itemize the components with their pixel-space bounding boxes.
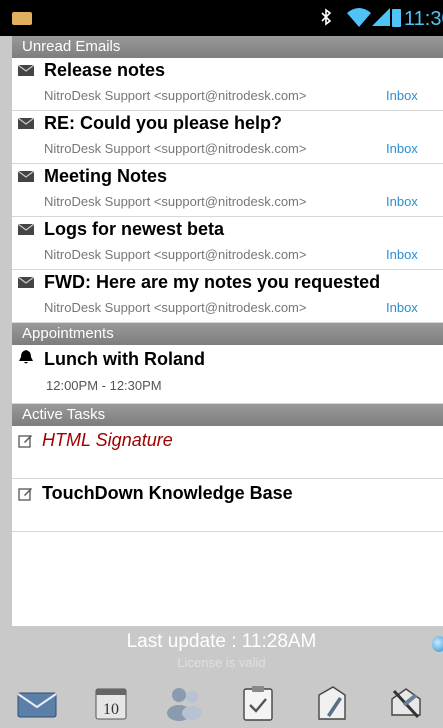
contacts-button[interactable] — [163, 681, 207, 725]
edit-icon — [18, 488, 32, 501]
unread-emails-header: Unread Emails — [12, 36, 443, 58]
edit-icon — [18, 435, 32, 448]
appointments-header: Appointments — [12, 323, 443, 345]
email-folder: Inbox — [386, 300, 418, 315]
calendar-day: 10 — [103, 701, 119, 718]
email-item[interactable]: RE: Could you please help? NitroDesk Sup… — [12, 111, 443, 164]
email-item[interactable]: Release notes NitroDesk Support <support… — [12, 58, 443, 111]
email-subject: Logs for newest beta — [44, 219, 225, 239]
appointment-title: Lunch with Roland — [44, 349, 205, 369]
email-folder: Inbox — [386, 141, 418, 156]
task-title: TouchDown Knowledge Base — [42, 483, 293, 503]
task-item[interactable]: TouchDown Knowledge Base — [12, 479, 443, 532]
email-folder: Inbox — [386, 88, 418, 103]
signal-icon — [371, 7, 391, 32]
appointment-time: 12:00PM - 12:30PM — [46, 378, 162, 393]
email-sender: NitroDesk Support <support@nitrodesk.com… — [44, 141, 307, 156]
email-subject: Release notes — [44, 60, 166, 80]
email-item[interactable]: Logs for newest beta NitroDesk Support <… — [12, 217, 443, 270]
email-item[interactable]: FWD: Here are my notes you requested Nit… — [12, 270, 443, 323]
touchdown-widget: Unread Emails Release notes NitroDesk Su… — [12, 36, 443, 626]
envelope-icon — [18, 118, 34, 129]
email-folder: Inbox — [386, 247, 418, 262]
email-subject: FWD: Here are my notes you requested — [44, 272, 381, 292]
appointment-item[interactable]: Lunch with Roland 12:00PM - 12:30PM — [12, 345, 443, 404]
envelope-icon — [18, 65, 34, 76]
email-subject: Meeting Notes — [44, 166, 168, 186]
status-bar: 11:30 — [0, 0, 443, 36]
active-tasks-header: Active Tasks — [12, 404, 443, 426]
tasks-button[interactable] — [236, 681, 280, 725]
calendar-button[interactable]: 10 — [89, 681, 133, 725]
email-subject: RE: Could you please help? — [44, 113, 283, 133]
email-sender: NitroDesk Support <support@nitrodesk.com… — [44, 88, 307, 103]
email-folder: Inbox — [386, 194, 418, 209]
bluetooth-icon — [320, 8, 332, 31]
email-notification-icon — [12, 12, 32, 25]
battery-icon — [392, 9, 401, 27]
tasks-icon — [243, 686, 274, 721]
mail-icon — [17, 692, 57, 718]
bottom-toolbar: 10 — [0, 678, 443, 728]
contacts-icon — [166, 688, 202, 721]
wifi-icon — [346, 6, 372, 33]
task-item[interactable]: HTML Signature — [12, 426, 443, 479]
notes-button[interactable] — [310, 681, 354, 725]
envelope-icon — [18, 171, 34, 182]
status-time: 11:30 — [404, 8, 443, 30]
email-sender: NitroDesk Support <support@nitrodesk.com… — [44, 247, 307, 262]
last-update-text: Last update : 11:28AM — [126, 631, 317, 652]
envelope-icon — [18, 277, 34, 288]
envelope-icon — [18, 224, 34, 235]
mail-button[interactable] — [15, 681, 59, 725]
calendar-icon: 10 — [95, 688, 127, 720]
email-sender: NitroDesk Support <support@nitrodesk.com… — [44, 300, 307, 315]
settings-icon — [391, 688, 421, 719]
settings-button[interactable] — [384, 681, 428, 725]
bell-icon — [19, 350, 33, 364]
license-text: License is valid — [177, 655, 266, 670]
task-title: HTML Signature — [42, 430, 173, 450]
notes-icon — [318, 686, 346, 720]
email-sender: NitroDesk Support <support@nitrodesk.com… — [44, 194, 307, 209]
email-item[interactable]: Meeting Notes NitroDesk Support <support… — [12, 164, 443, 217]
lightbulb-icon[interactable] — [432, 636, 443, 652]
